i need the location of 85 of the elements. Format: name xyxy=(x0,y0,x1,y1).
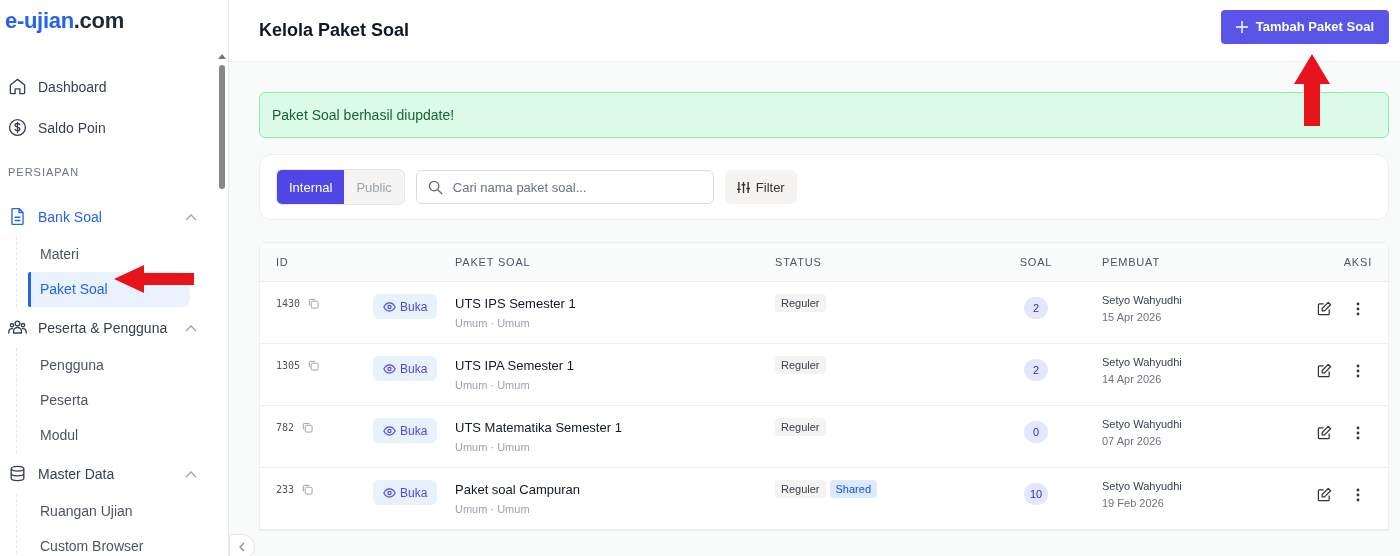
status-tag: Reguler xyxy=(775,294,826,312)
eye-icon xyxy=(383,363,396,374)
edit-icon[interactable] xyxy=(1317,363,1332,378)
author-name: Setyo Wahyudhi xyxy=(1102,480,1183,492)
nav-subitem[interactable]: Pengguna xyxy=(28,348,190,383)
home-icon xyxy=(8,77,27,96)
dollar-icon xyxy=(8,118,27,137)
package-category: Umum · Umum xyxy=(455,317,531,329)
package-category: Umum · Umum xyxy=(455,503,531,515)
column-header: AKSI xyxy=(1342,256,1372,268)
created-date: 15 Apr 2026 xyxy=(1102,311,1163,323)
nav-subitem[interactable]: Custom Browser xyxy=(28,529,190,556)
id-cell: 1430 xyxy=(276,298,301,309)
column-header: STATUS xyxy=(775,256,823,268)
package-name: UTS IPA Semester 1 xyxy=(455,358,575,373)
package-category: Umum · Umum xyxy=(455,379,531,391)
nav-subitem[interactable]: Materi xyxy=(28,237,190,272)
nav-item[interactable]: Master Data xyxy=(8,453,204,494)
more-icon[interactable] xyxy=(1356,363,1360,378)
eye-icon xyxy=(383,487,396,498)
question-count: 2 xyxy=(1024,297,1048,319)
annotation-arrow xyxy=(1294,54,1330,126)
database-icon xyxy=(8,464,27,483)
column-header: ID xyxy=(276,256,290,268)
package-name: UTS IPS Semester 1 xyxy=(455,296,577,311)
column-header: PAKET SOAL xyxy=(455,256,532,268)
search-icon xyxy=(427,180,443,195)
author-name: Setyo Wahyudhi xyxy=(1102,356,1183,368)
nav-subitem[interactable]: Ruangan Ujian xyxy=(28,494,190,529)
created-date: 07 Apr 2026 xyxy=(1102,435,1163,447)
plus-icon xyxy=(1235,20,1248,33)
question-count: 0 xyxy=(1024,421,1048,443)
id-cell: 1305 xyxy=(276,360,301,371)
open-button[interactable]: Buka xyxy=(373,480,438,505)
chevron-icon xyxy=(185,323,197,332)
created-date: 19 Feb 2026 xyxy=(1102,497,1165,509)
author-name: Setyo Wahyudhi xyxy=(1102,294,1183,306)
add-button[interactable]: Tambah Paket Soal xyxy=(1220,9,1389,44)
users-icon xyxy=(8,318,27,337)
nav-item[interactable]: Dashboard xyxy=(8,66,204,107)
package-name: Paket soal Campuran xyxy=(455,482,581,497)
edit-icon[interactable] xyxy=(1317,487,1332,502)
chevron-left-icon xyxy=(239,542,245,552)
success-alert: Paket Soal berhasil diupdate! xyxy=(259,92,1389,138)
question-count: 10 xyxy=(1024,483,1048,505)
page-title: Kelola Paket Soal xyxy=(259,20,410,41)
eye-icon xyxy=(383,425,396,436)
nav-item[interactable]: Saldo Poin xyxy=(8,107,204,148)
nav-item[interactable]: Peserta & Pengguna xyxy=(8,307,204,348)
package-name: UTS Matematika Semester 1 xyxy=(455,420,623,435)
more-icon[interactable] xyxy=(1356,425,1360,440)
column-header: SOAL xyxy=(1018,256,1054,268)
search-field[interactable]: Cari nama paket soal... xyxy=(415,170,714,204)
scrollbar-thumb[interactable] xyxy=(219,65,225,189)
logo[interactable]: e-ujian.com xyxy=(0,0,124,40)
open-button[interactable]: Buka xyxy=(373,418,438,443)
sliders-icon xyxy=(736,180,750,194)
id-cell: 782 xyxy=(276,422,295,433)
section-label: PERSIAPAN xyxy=(8,165,81,180)
filter-button[interactable]: Filter xyxy=(724,170,797,204)
chevron-icon xyxy=(185,469,197,478)
eye-icon xyxy=(383,301,396,312)
scroll-up-icon[interactable] xyxy=(218,54,226,59)
edit-icon[interactable] xyxy=(1317,425,1332,440)
open-button[interactable]: Buka xyxy=(373,294,438,319)
nav-subitem[interactable]: Peserta xyxy=(28,383,190,418)
more-icon[interactable] xyxy=(1356,487,1360,502)
nav-subitem[interactable]: Modul xyxy=(28,418,190,453)
status-tag: Reguler xyxy=(775,480,826,498)
chevron-icon xyxy=(185,212,197,221)
status-tag: Shared xyxy=(829,480,877,498)
package-category: Umum · Umum xyxy=(455,441,531,453)
more-icon[interactable] xyxy=(1356,301,1360,316)
id-cell: 233 xyxy=(276,484,295,495)
document-icon xyxy=(8,207,27,226)
nav-item[interactable]: Bank Soal xyxy=(8,196,204,237)
status-tag: Reguler xyxy=(775,418,826,436)
question-count: 2 xyxy=(1024,359,1048,381)
status-tag: Reguler xyxy=(775,356,826,374)
column-header: PEMBUAT xyxy=(1101,256,1161,268)
created-date: 14 Apr 2026 xyxy=(1102,373,1163,385)
author-name: Setyo Wahyudhi xyxy=(1102,418,1183,430)
open-button[interactable]: Buka xyxy=(373,356,438,381)
edit-icon[interactable] xyxy=(1317,301,1332,316)
tab[interactable]: Internal xyxy=(277,170,345,204)
